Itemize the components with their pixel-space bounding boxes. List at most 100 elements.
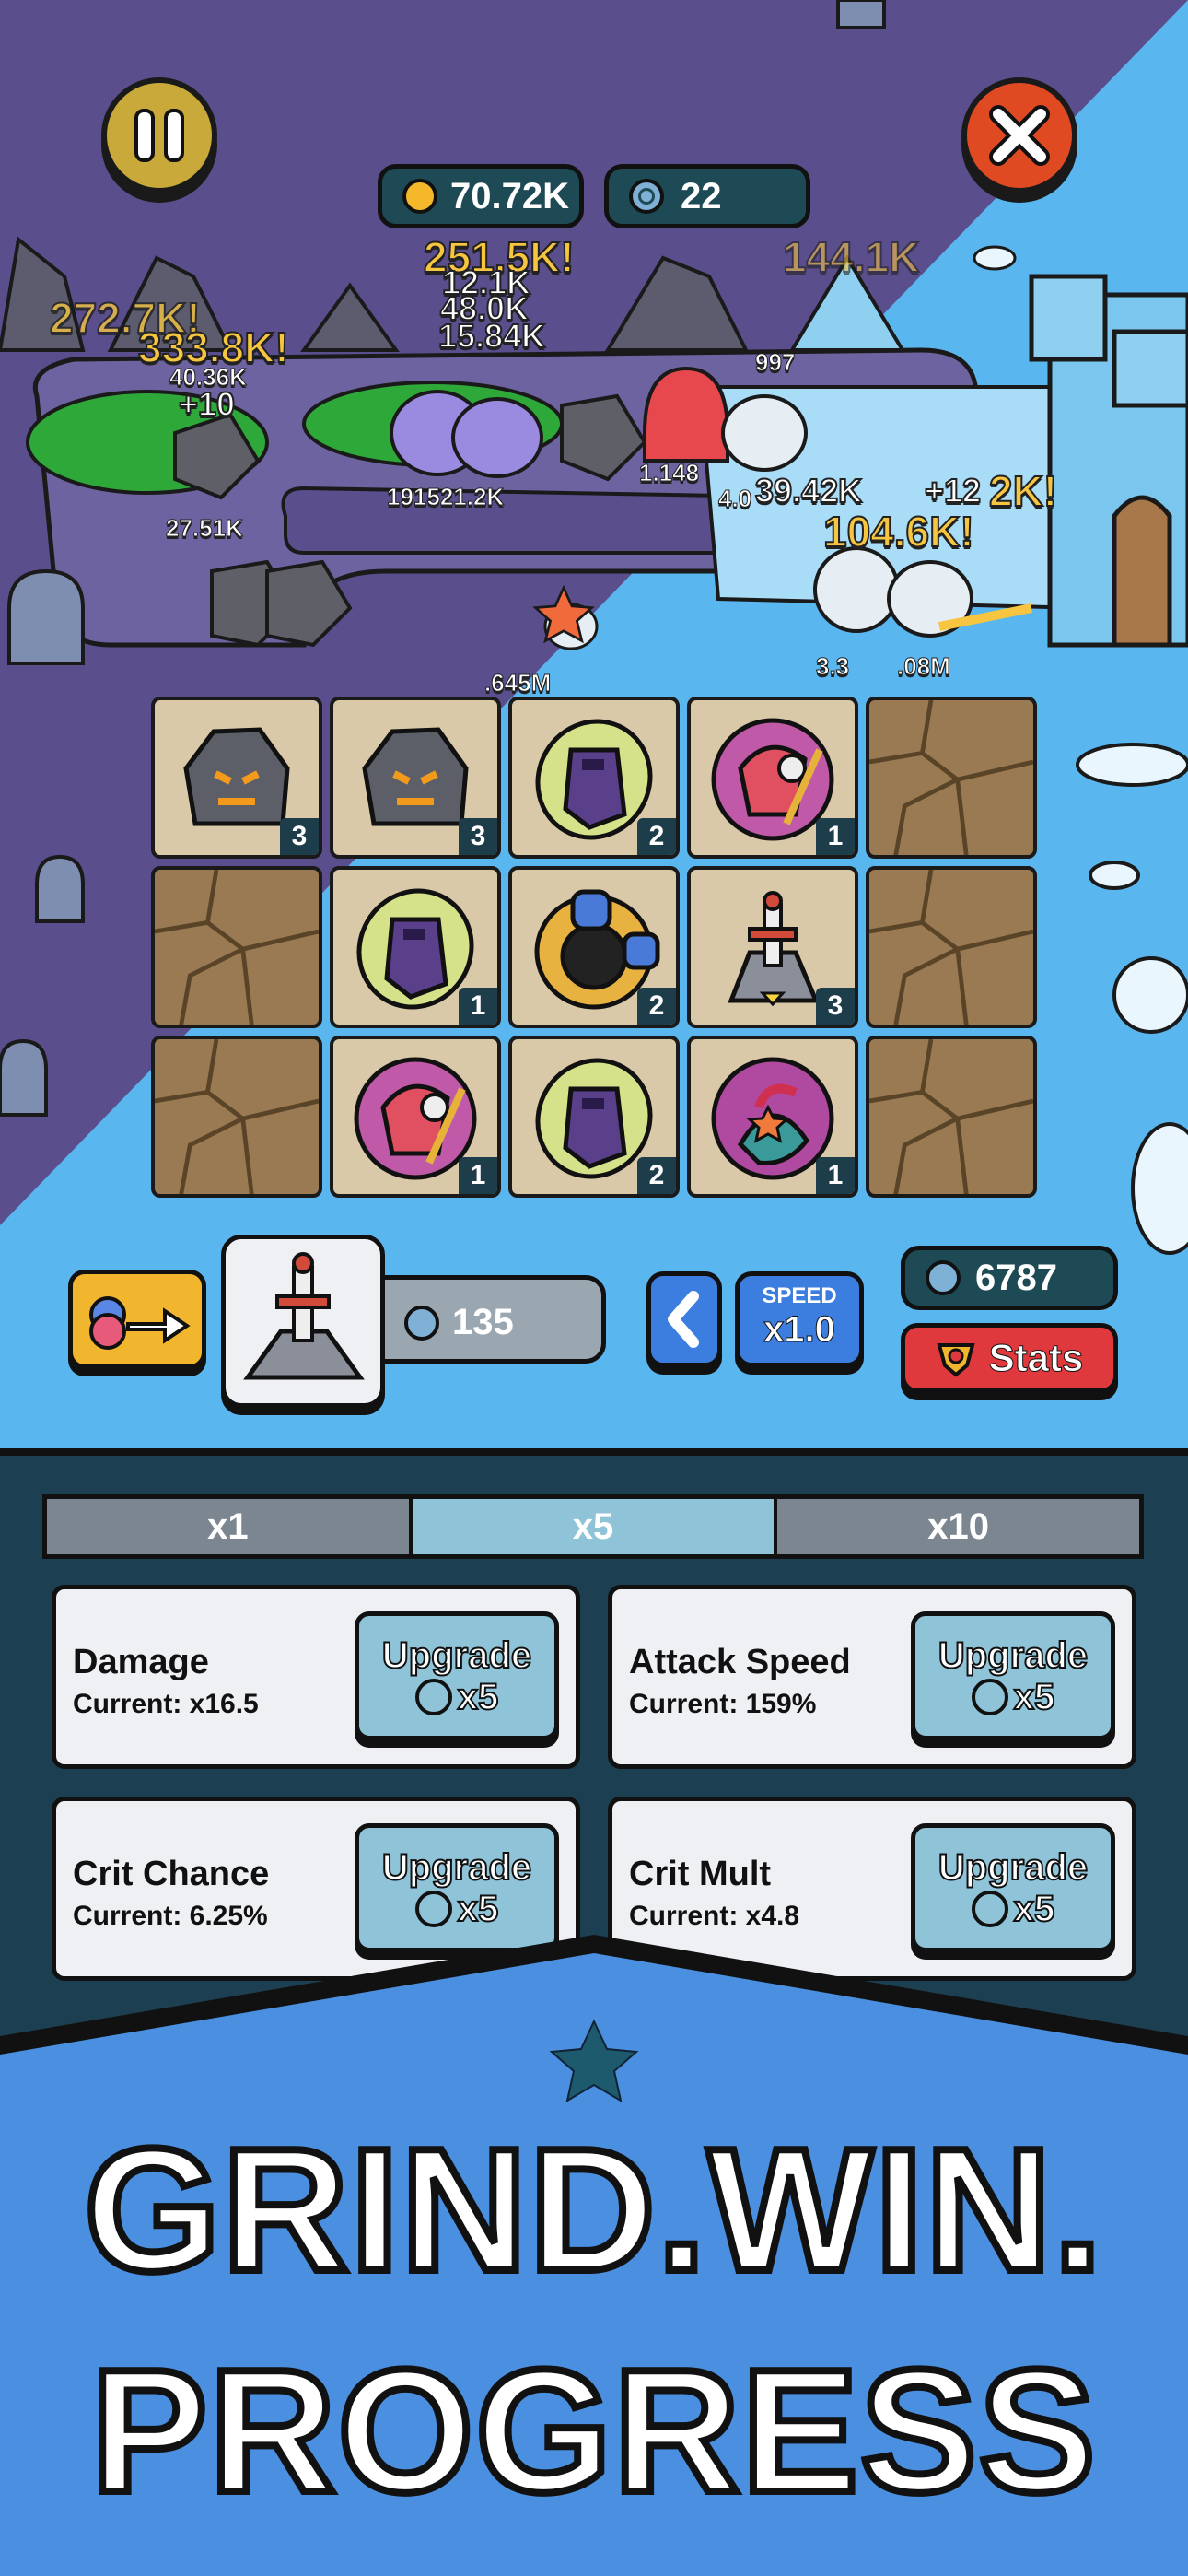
empty-grid-slot[interactable] <box>866 866 1037 1028</box>
chevron-left-icon <box>668 1291 699 1348</box>
damage-floater: 3.3 <box>815 652 850 681</box>
upgrade-current: Current: 6.25% <box>73 1901 268 1931</box>
damage-floater: 39.42K <box>754 471 863 510</box>
damage-floater: 104.6K! <box>822 507 975 556</box>
upgrade-name: Crit Chance <box>73 1855 270 1893</box>
upgrade-amount: x5 <box>1013 1676 1055 1718</box>
coin-icon <box>402 179 437 214</box>
unit-slot[interactable]: 3 <box>330 697 501 859</box>
stats-badge-icon <box>937 1343 975 1377</box>
upgrade-amount: x5 <box>457 1888 499 1930</box>
unit-level-badge: 1 <box>459 988 497 1025</box>
upgrade-current: Current: x16.5 <box>73 1689 259 1719</box>
upgrade-button-label: Upgrade <box>381 1846 532 1889</box>
cracked-ground-icon <box>155 870 319 1025</box>
upgrade-button[interactable]: Upgrade x5 <box>911 1823 1115 1952</box>
close-button[interactable] <box>961 77 1077 193</box>
upgrade-name: Crit Mult <box>629 1855 772 1893</box>
upgrade-current: Current: x4.8 <box>629 1901 800 1931</box>
unit-level-badge: 1 <box>816 1157 855 1194</box>
back-button[interactable] <box>646 1271 722 1367</box>
damage-floater: +10 <box>178 384 236 424</box>
unit-level-badge: 1 <box>816 818 855 855</box>
damage-floater: .645M <box>483 669 552 697</box>
buy-unit-button[interactable] <box>221 1235 385 1408</box>
unit-slot[interactable]: 2 <box>508 866 680 1028</box>
speed-value: x1.0 <box>763 1309 836 1351</box>
damage-floater: 27.51K <box>166 514 244 543</box>
pause-button[interactable] <box>101 77 217 193</box>
cracked-ground-icon <box>155 1039 319 1194</box>
unit-slot[interactable]: 1 <box>687 697 858 859</box>
upgrade-button-label: Upgrade <box>938 1634 1089 1677</box>
currency-icon <box>971 1891 1008 1927</box>
damage-floater: 997 <box>754 348 796 377</box>
unit-slot[interactable]: 2 <box>508 697 680 859</box>
unit-slot[interactable]: 2 <box>508 1036 680 1198</box>
unit-slot[interactable]: 1 <box>330 866 501 1028</box>
close-icon <box>989 105 1050 166</box>
secondary-currency: 6787 <box>901 1246 1118 1310</box>
cracked-ground-icon <box>869 700 1033 855</box>
currency-icon <box>414 1891 452 1927</box>
tab-x5[interactable]: x5 <box>412 1499 775 1554</box>
gem-counter: 22 <box>604 164 810 228</box>
multiplier-tabs: x1 x5 x10 <box>42 1494 1144 1559</box>
game-scene: 70.72K 22 251.5K! 144.1K 272.7K! 333.8K!… <box>0 0 1188 1474</box>
stats-label: Stats <box>988 1336 1084 1380</box>
currency-icon <box>414 1679 452 1715</box>
upgrade-button[interactable]: Upgrade x5 <box>911 1611 1115 1740</box>
enemy-purple-blob <box>390 390 543 478</box>
merge-button[interactable] <box>68 1270 206 1369</box>
damage-floater: 1.148 <box>638 459 700 487</box>
upgrade-amount: x5 <box>457 1676 499 1718</box>
unit-slot[interactable]: 3 <box>687 866 858 1028</box>
unit-level-badge: 3 <box>816 988 855 1025</box>
currency-icon <box>971 1679 1008 1715</box>
upgrade-name: Attack Speed <box>629 1643 851 1681</box>
damage-floater: 2K! <box>988 466 1058 516</box>
upgrade-button[interactable]: Upgrade x5 <box>355 1611 559 1740</box>
currency-icon <box>404 1305 439 1341</box>
currency-icon <box>926 1260 961 1295</box>
promo-banner: GRIND.WIN. PROGRESS <box>0 1935 1188 2576</box>
upgrade-button-label: Upgrade <box>938 1846 1089 1889</box>
upgrade-current: Current: 159% <box>629 1689 817 1719</box>
tab-x1[interactable]: x1 <box>47 1499 409 1554</box>
damage-floater: 191521.2K <box>386 483 505 511</box>
unit-level-badge: 2 <box>637 1157 676 1194</box>
tab-x10[interactable]: x10 <box>777 1499 1140 1554</box>
pause-icon <box>134 109 184 162</box>
buy-cost-bar[interactable]: 135 <box>359 1275 606 1364</box>
upgrade-card-damage: Damage Current: x16.5 Upgrade x5 <box>52 1585 580 1769</box>
upgrade-card-attack-speed: Attack Speed Current: 159% Upgrade x5 <box>608 1585 1136 1769</box>
damage-floater: 4.0 <box>717 485 752 513</box>
cracked-ground-icon <box>869 1039 1033 1194</box>
unit-slot[interactable]: 1 <box>330 1036 501 1198</box>
damage-floater: 144.1K <box>782 232 920 282</box>
empty-grid-slot[interactable] <box>866 1036 1037 1198</box>
damage-floater: 15.84K <box>437 316 546 356</box>
merge-grid: 3 3 2 1 1 2 3 1 2 1 <box>151 697 1037 1205</box>
upgrade-name: Damage <box>73 1643 209 1681</box>
speed-button[interactable]: SPEED x1.0 <box>735 1271 864 1367</box>
unit-level-badge: 3 <box>459 818 497 855</box>
speed-label: SPEED <box>762 1283 837 1308</box>
unit-level-badge: 2 <box>637 818 676 855</box>
merge-arrow-icon <box>89 1296 191 1350</box>
damage-floater: .08M <box>897 652 951 681</box>
unit-slot[interactable]: 3 <box>151 697 322 859</box>
gem-icon <box>629 179 664 214</box>
stats-button[interactable]: Stats <box>901 1323 1118 1393</box>
banner-line-1: GRIND.WIN. <box>80 2109 1105 2312</box>
coin-counter: 70.72K <box>378 164 584 228</box>
banner-line-2: PROGRESS <box>87 2330 1100 2533</box>
upgrade-button[interactable]: Upgrade x5 <box>355 1823 559 1952</box>
unit-level-badge: 1 <box>459 1157 497 1194</box>
empty-grid-slot[interactable] <box>151 1036 322 1198</box>
damage-floater: +12 <box>924 471 982 510</box>
unit-slot[interactable]: 1 <box>687 1036 858 1198</box>
empty-grid-slot[interactable] <box>866 697 1037 859</box>
empty-grid-slot[interactable] <box>151 866 322 1028</box>
coin-value: 70.72K <box>450 175 569 217</box>
